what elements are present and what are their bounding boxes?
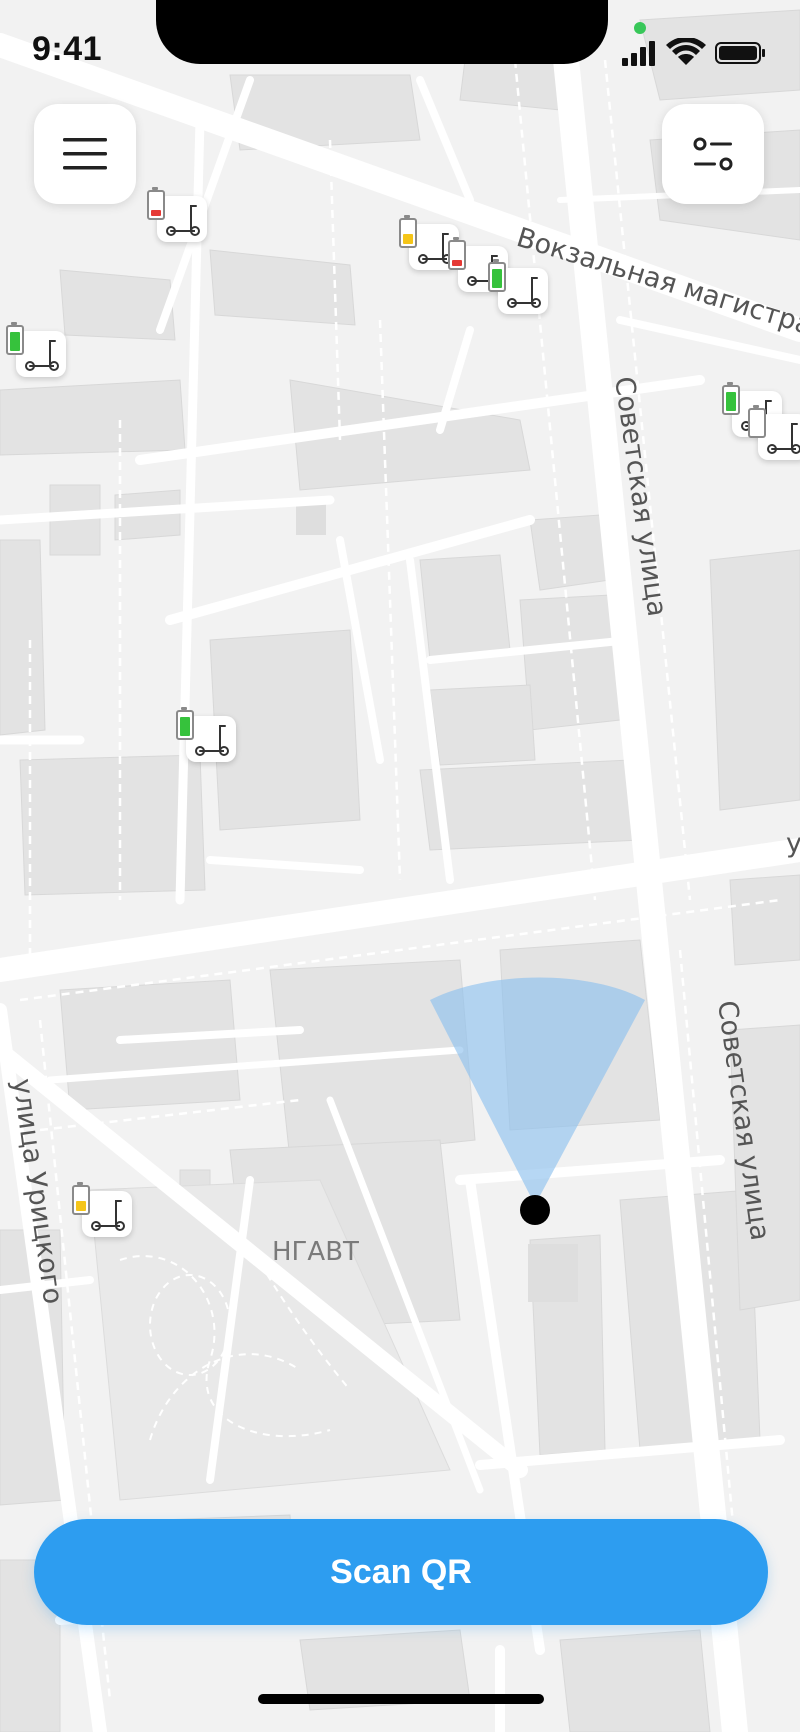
scooter-icon	[91, 1200, 125, 1231]
menu-button[interactable]	[34, 104, 136, 204]
filter-toggle-icon	[693, 137, 733, 171]
scooter-icon	[195, 725, 229, 756]
status-time: 9:41	[32, 30, 103, 68]
filter-button[interactable]	[662, 104, 764, 204]
hamburger-menu-icon	[63, 138, 107, 170]
poi-label-ngavt: НГАВТ	[272, 1237, 359, 1267]
status-bar: 9:41	[0, 0, 800, 100]
scooter-marker[interactable]	[176, 707, 236, 762]
scooter-marker[interactable]	[147, 187, 207, 242]
scan-qr-button[interactable]: Scan QR	[34, 1519, 768, 1625]
signal-icon	[622, 41, 655, 66]
scooter-marker[interactable]	[6, 322, 66, 377]
scooter-icon	[25, 340, 59, 371]
scooter-icon	[507, 277, 541, 308]
status-icons	[622, 38, 765, 66]
home-indicator	[258, 1694, 544, 1704]
battery-icon	[715, 42, 765, 64]
scooter-marker[interactable]	[72, 1182, 132, 1237]
street-label-edge: у	[786, 828, 800, 859]
app-screen: Вокзальная магистраль Советская улица Со…	[0, 0, 800, 1732]
device-notch	[156, 0, 608, 64]
user-location-dot	[520, 1195, 550, 1225]
wifi-icon	[666, 38, 706, 65]
camera-indicator-dot	[634, 22, 646, 34]
scooter-icon	[166, 205, 200, 236]
scooter-icon	[767, 423, 800, 454]
scooter-marker[interactable]	[748, 405, 800, 460]
scooter-marker[interactable]	[488, 259, 548, 314]
